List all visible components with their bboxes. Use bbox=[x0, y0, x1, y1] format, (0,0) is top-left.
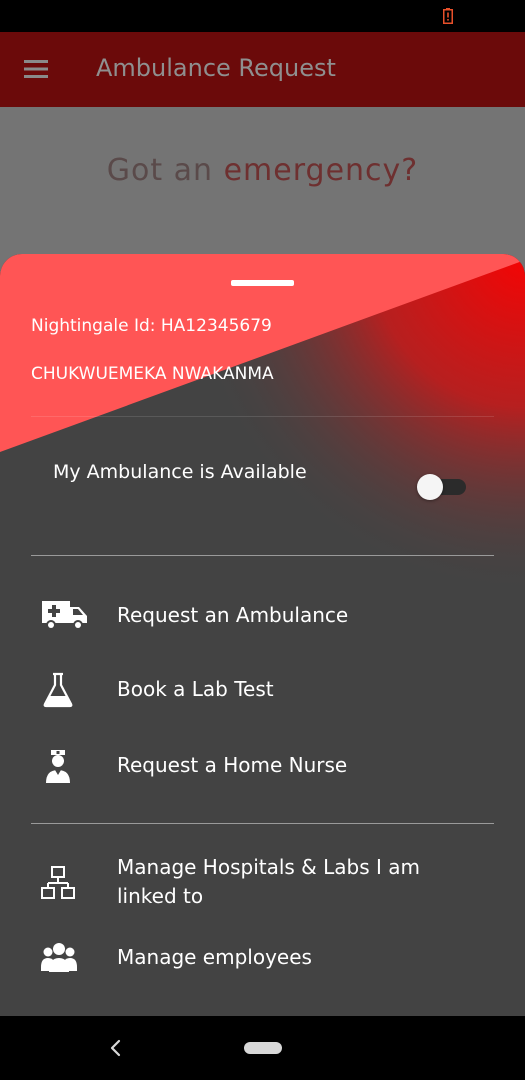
status-bar bbox=[0, 0, 525, 32]
flask-icon bbox=[43, 672, 73, 708]
headline-prefix: Got an bbox=[106, 153, 224, 188]
home-button[interactable] bbox=[244, 1042, 282, 1054]
emergency-headline: Got an emergency? bbox=[0, 153, 525, 188]
availability-toggle[interactable] bbox=[416, 474, 466, 500]
menu-item-label: Manage employees bbox=[117, 945, 312, 969]
availability-label: My Ambulance is Available bbox=[53, 461, 307, 483]
divider bbox=[31, 823, 494, 824]
network-icon bbox=[41, 866, 75, 899]
hamburger-menu-icon[interactable] bbox=[24, 59, 50, 79]
app-bar: Ambulance Request bbox=[0, 32, 525, 107]
battery-icon bbox=[443, 8, 453, 24]
menu-item-manage-hospitals-labs[interactable]: Manage Hospitals & Labs I am linked to bbox=[0, 853, 525, 913]
menu-item-manage-employees[interactable]: Manage employees bbox=[0, 939, 525, 979]
divider bbox=[31, 416, 494, 417]
drag-handle[interactable] bbox=[231, 280, 294, 286]
menu-item-label: Request an Ambulance bbox=[117, 603, 349, 627]
ambulance-icon bbox=[42, 601, 87, 630]
menu-item-label: Manage Hospitals & Labs I am linked to bbox=[117, 855, 420, 908]
menu-item-label: Request a Home Nurse bbox=[117, 753, 348, 777]
menu-item-lab-test[interactable]: Book a Lab Test bbox=[0, 672, 525, 712]
nightingale-id: Nightingale Id: HA12345679 bbox=[31, 316, 272, 336]
menu-item-home-nurse[interactable]: Request a Home Nurse bbox=[0, 748, 525, 788]
menu-item-request-ambulance[interactable]: Request an Ambulance bbox=[0, 594, 525, 644]
group-icon bbox=[41, 943, 77, 972]
bottom-sheet: Nightingale Id: HA12345679 CHUKWUEMEKA N… bbox=[0, 254, 525, 1016]
headline-accent: emergency? bbox=[223, 153, 419, 188]
toggle-thumb bbox=[417, 474, 443, 500]
menu-item-label: Book a Lab Test bbox=[117, 677, 274, 701]
divider bbox=[31, 555, 494, 556]
page-title: Ambulance Request bbox=[96, 54, 336, 82]
back-icon[interactable] bbox=[108, 1038, 124, 1058]
user-name: CHUKWUEMEKA NWAKANMA bbox=[31, 364, 274, 384]
system-nav-bar bbox=[0, 1016, 525, 1080]
nurse-icon bbox=[46, 750, 70, 783]
